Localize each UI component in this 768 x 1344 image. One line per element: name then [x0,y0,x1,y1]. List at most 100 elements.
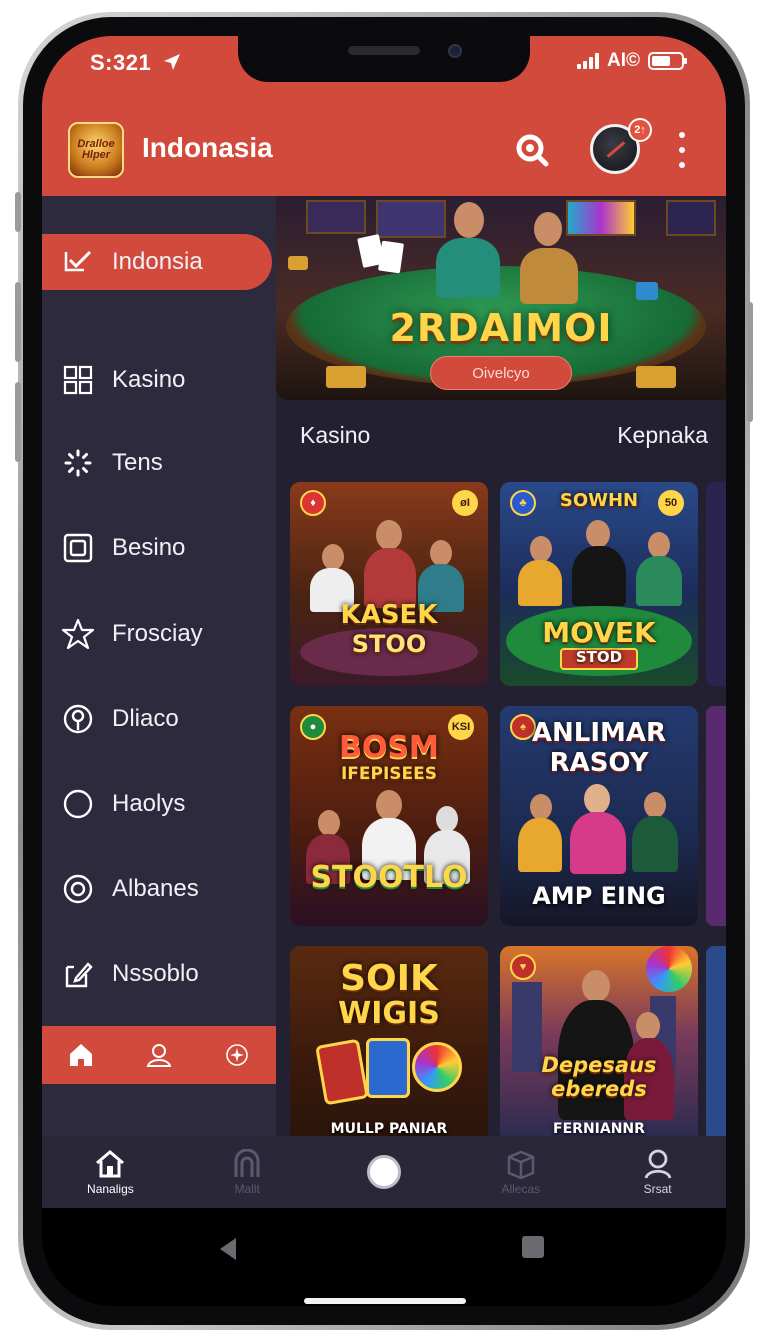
gold-bar [636,366,676,388]
person-icon [644,1149,671,1179]
card-caption: FERNIANNR [553,1121,645,1136]
game-card[interactable]: ♣ 50 SOWHN MOVEK STOD [500,482,698,686]
nav-tab-label: Nanaligs [87,1181,134,1196]
promo-banner[interactable]: 2RDAIMOI Oivelcyo [276,196,726,400]
game-card[interactable]: ♠ ANLIMAR RASOY AMP EING [500,706,698,926]
card-title: KASEK [340,600,438,630]
speaker-grille [348,46,420,55]
home-indicator[interactable] [304,1298,466,1304]
slot-wheel [412,1042,462,1092]
game-card[interactable]: ♥ Depesaus ebereds FERNIANNR [500,946,698,1136]
card-subtitle: RASOY [549,748,649,778]
figure-head [322,544,344,570]
volume-up-button [15,282,21,362]
more-icon[interactable] [676,132,688,168]
figure-head [644,792,666,818]
system-navigation-bar [42,1208,726,1306]
sidebar-item-label: Haolys [112,790,186,817]
app-logo[interactable]: Dralloe Hlper [68,122,124,178]
search-button[interactable] [512,130,552,170]
settings-icon[interactable] [217,1035,257,1075]
figure [636,556,682,606]
figure-head [648,532,670,558]
card-title-logo: STOOTLO [310,860,468,895]
front-camera [448,44,462,58]
figure [518,818,562,872]
card-peek [706,482,726,686]
figure-head [586,520,610,548]
sidebar-item-nssoblo[interactable]: Nssoblo [42,946,276,1002]
nav-tab-srsat[interactable]: Srsat [589,1136,726,1208]
game-card[interactable]: SOIK WIGIS MULLP PANIAR [290,946,488,1136]
bottom-navigation: Nanaligs Mallt Allecas Srsat [42,1136,726,1208]
card-title: SOIK [340,958,438,999]
gold-bar [326,366,366,388]
check-icon [60,244,96,280]
status-time-text: S:321 [90,50,152,75]
sidebar-item-tens[interactable]: Tens [42,435,276,491]
nav-tab-home[interactable]: Nanaligs [42,1136,179,1208]
wifi-label: AI© [607,50,640,71]
nav-tab-label: Allecas [501,1181,541,1196]
card-wheel [646,946,692,992]
status-icons: AI© [577,50,687,72]
user-icon[interactable] [139,1035,179,1075]
card-subtitle: ebereds [551,1077,647,1101]
status-time: S:321 [90,50,182,76]
home-icon [96,1149,125,1177]
figure-head [430,540,452,566]
sidebar-item-label: Tens [112,449,163,476]
edit-icon [60,956,96,992]
sidebar-item-kasino[interactable]: Kasino [42,352,276,408]
chip-icon [60,701,96,737]
card-title: MOVEK [542,616,656,649]
notification-badge: 2↑ [628,118,652,142]
figure-head [530,536,552,562]
banner-decor [306,200,366,234]
loading-icon [60,445,96,481]
figure [518,560,562,606]
home-icon[interactable] [61,1035,101,1075]
card-subtitle: STOD [575,648,623,666]
nav-tab-mallt[interactable]: Mallt [179,1136,316,1208]
back-icon[interactable] [220,1238,236,1260]
sidebar-item-haolys[interactable]: Haolys [42,776,276,832]
sidebar-item-indonsia[interactable]: Indonsia [42,234,272,290]
sidebar-quick-actions [42,1026,276,1084]
card-subtitle: WIGIS [338,996,440,1031]
game-card[interactable]: ● KSI BOSM IFEPISEES STOOTLO [290,706,488,926]
banner-cta-button[interactable]: Oivelcyo [430,356,572,390]
card-peek [706,706,726,926]
nav-tab-allecas[interactable]: Allecas [452,1136,589,1208]
sidebar-item-label: Kasino [112,366,186,393]
recent-apps-icon[interactable] [522,1236,544,1258]
signal-icon [577,53,599,69]
dealer-figure [436,238,500,298]
figure-head [376,520,402,550]
nav-tab-label: Srsat [643,1181,672,1196]
sidebar-item-frosciay[interactable]: Frosciay [42,606,276,662]
star-icon [60,616,96,652]
card-label: SOWHN [559,490,639,511]
sidebar-item-label: Albanes [112,875,199,902]
figure-head [636,1012,660,1040]
app-screen: S:321 AI© Dralloe Hlper Indonasia 2↑ Ind… [42,36,726,1306]
card-badge-left: ♥ [510,954,536,980]
game-card[interactable]: ♦ øI KASEK STOO [290,482,488,686]
player-head [534,212,562,246]
sidebar-item-albanes[interactable]: Albanes [42,861,276,917]
square-icon [60,530,96,566]
card-peek [706,946,726,1136]
banner-decor [566,200,636,236]
sidebar-item-besino[interactable]: Besino [42,520,276,576]
nav-center-button[interactable] [316,1136,453,1208]
card-badge: øI [452,490,478,516]
section-more-link[interactable]: Kepnaka [617,422,708,449]
sidebar-item-dliaco[interactable]: Dliaco [42,691,276,747]
power-button [747,302,753,422]
card-subtitle: IFEPISEES [340,764,438,784]
figure-head [584,784,610,814]
figure-head [318,810,340,836]
figure [632,816,678,872]
figure-head [436,806,458,832]
